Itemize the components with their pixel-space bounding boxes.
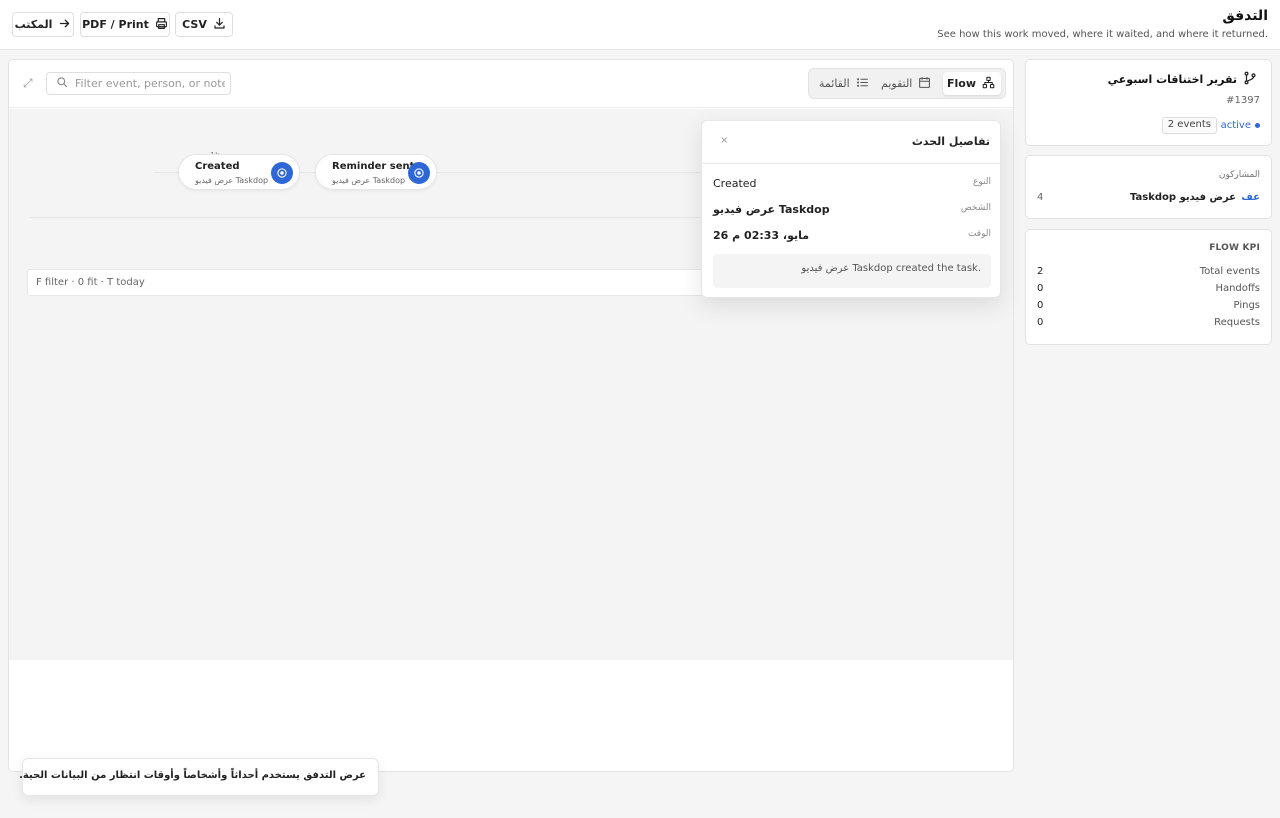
view-switcher: Flow التقويم القائمة xyxy=(808,68,1006,99)
arrow-right-icon xyxy=(58,17,71,33)
node-title: Reminder sent xyxy=(332,161,415,172)
detail-row-time: الوقت 26 مايو، 02:33 م xyxy=(713,229,991,245)
csv-label: CSV xyxy=(182,18,207,31)
calendar-icon xyxy=(918,76,931,92)
node-marker-icon xyxy=(271,162,293,184)
detail-label: النوع xyxy=(973,177,991,187)
search-icon xyxy=(56,76,68,91)
kpi-label: Requests xyxy=(1214,317,1260,328)
printer-icon xyxy=(155,17,168,33)
detail-value: 26 مايو، 02:33 م xyxy=(713,229,810,242)
flow-icon xyxy=(982,76,995,92)
node-person: عرض فيديو Taskdop xyxy=(332,176,406,185)
close-icon[interactable]: × xyxy=(720,135,728,146)
kpi-row-pings: 0 Pings xyxy=(1037,300,1260,314)
node-title: Created xyxy=(195,161,240,172)
search-input[interactable] xyxy=(75,77,225,90)
status-badge: active xyxy=(1221,120,1260,131)
lane-divider xyxy=(29,217,709,218)
participant-name: عرض فيديو Taskdop xyxy=(1130,192,1236,203)
kpi-value: 0 xyxy=(1037,317,1044,328)
node-person: عرض فيديو Taskdop xyxy=(195,176,269,185)
kpi-heading: FLOW KPI xyxy=(1209,243,1260,253)
status-dot-icon xyxy=(1255,123,1260,128)
participant-count: 4 xyxy=(1037,192,1044,203)
kpi-value: 0 xyxy=(1037,300,1044,311)
avatar: عف xyxy=(1241,192,1260,203)
list-icon xyxy=(856,76,869,92)
item-id: #1397 xyxy=(1226,95,1260,106)
flow-footer-area xyxy=(9,660,1013,771)
print-pdf-button[interactable]: PDF / Print xyxy=(80,12,170,37)
search-box[interactable] xyxy=(46,72,231,95)
item-summary-card: تقرير اختناقات اسبوعي #1397 active 2 eve… xyxy=(1025,59,1272,146)
events-count-badge: 2 events xyxy=(1161,117,1217,134)
detail-label: الوقت xyxy=(967,229,991,239)
item-title: تقرير اختناقات اسبوعي xyxy=(1108,71,1257,88)
kpi-value: 0 xyxy=(1037,283,1044,294)
back-label: المكتب xyxy=(14,18,53,31)
flow-toolbar: ⤢ Flow التقويم xyxy=(9,60,1013,108)
tab-calendar-label: التقويم xyxy=(881,77,913,90)
branch-icon xyxy=(1243,71,1257,88)
detail-label: الشخص xyxy=(960,203,991,213)
kpi-row-total-events: 2 Total events xyxy=(1037,266,1260,280)
popover-title: تفاصيل الحدث xyxy=(911,135,990,148)
kpi-row-handoffs: 0 Handoffs xyxy=(1037,283,1260,297)
event-detail-popover: تفاصيل الحدث × النوع Created الشخص عرض ف… xyxy=(701,120,1001,298)
flow-node-created[interactable]: Created عرض فيديو Taskdop xyxy=(178,154,300,190)
kpi-label: Total events xyxy=(1199,266,1260,277)
print-label: PDF / Print xyxy=(82,18,149,31)
page-header: التدفق See how this work moved, where it… xyxy=(0,0,1280,50)
keyboard-hints: F filter · 0 fit · T today xyxy=(27,269,707,296)
flow-kpi-card: FLOW KPI 2 Total events 0 Handoffs 0 Pin… xyxy=(1025,229,1272,345)
page-title: التدفق xyxy=(1222,8,1268,24)
tab-calendar[interactable]: التقويم xyxy=(875,72,937,95)
back-to-office-button[interactable]: المكتب xyxy=(12,12,74,37)
tab-list-label: القائمة xyxy=(819,77,850,90)
item-title-text: تقرير اختناقات اسبوعي xyxy=(1107,73,1237,86)
event-note: عرض فيديو Taskdop created the task. xyxy=(713,254,991,288)
participant-row[interactable]: 4 عرض فيديو Taskdop عف xyxy=(1037,192,1260,208)
detail-value: Created xyxy=(713,177,757,190)
kpi-value: 2 xyxy=(1037,266,1044,277)
tab-list[interactable]: القائمة xyxy=(813,72,875,95)
tab-flow[interactable]: Flow xyxy=(943,72,1001,95)
info-toast: عرض التدفق يستخدم أحداثاً وأشخاصاً وأوقا… xyxy=(19,758,379,796)
kpi-label: Handoffs xyxy=(1215,283,1260,294)
download-icon xyxy=(213,17,226,33)
participants-heading: المشاركون xyxy=(1218,170,1260,180)
participants-card: المشاركون 4 عرض فيديو Taskdop عف xyxy=(1025,155,1272,219)
detail-row-type: النوع Created xyxy=(713,177,991,193)
flow-node-reminder[interactable]: Reminder sent عرض فيديو Taskdop xyxy=(315,154,437,190)
export-csv-button[interactable]: CSV xyxy=(175,12,233,37)
kpi-row-requests: 0 Requests xyxy=(1037,317,1260,331)
detail-value: عرض فيديو Taskdop xyxy=(713,203,830,216)
kpi-label: Pings xyxy=(1233,300,1260,311)
tab-flow-label: Flow xyxy=(946,77,976,90)
expand-icon[interactable]: ⤢ xyxy=(23,76,33,91)
page-subtitle: See how this work moved, where it waited… xyxy=(937,29,1268,40)
status-text: active xyxy=(1220,120,1251,131)
detail-row-person: الشخص عرض فيديو Taskdop xyxy=(713,203,991,219)
popover-header: تفاصيل الحدث × xyxy=(702,121,1000,164)
node-marker-icon xyxy=(408,162,430,184)
